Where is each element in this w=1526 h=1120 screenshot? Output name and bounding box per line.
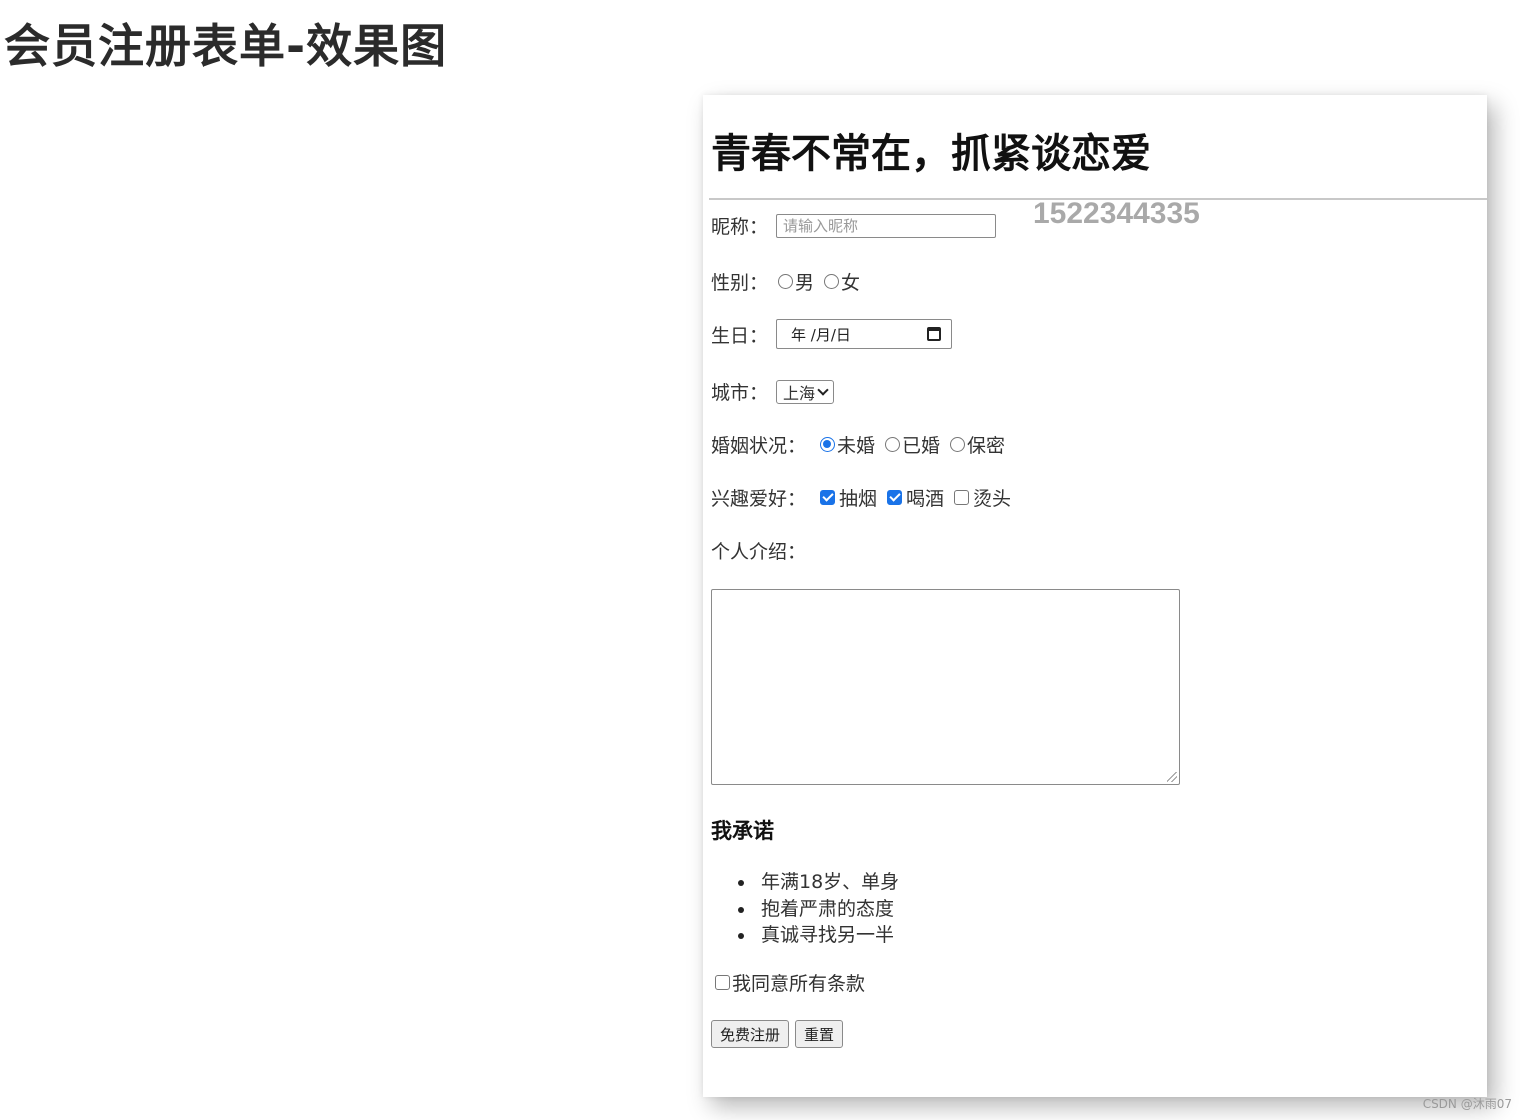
promise-item: 抱着严肃的态度 (737, 896, 899, 923)
birthday-date-input[interactable]: 年 /月/日 (776, 319, 953, 349)
marital-label: 婚姻状况： (711, 435, 807, 457)
gender-female-label[interactable]: 女 (841, 268, 860, 295)
birthday-row: 生日： 年 /月/日 (711, 319, 953, 349)
form-heading: 青春不常在，抓紧谈恋爱 (711, 131, 1151, 177)
button-row: 免费注册 重置 (711, 1020, 844, 1048)
promise-list: 年满18岁、单身 抱着严肃的态度 真诚寻找另一半 (737, 869, 899, 949)
promise-item: 年满18岁、单身 (737, 869, 899, 896)
gender-male-label[interactable]: 男 (795, 268, 814, 295)
marital-single-label[interactable]: 未婚 (837, 431, 875, 458)
city-row: 城市： 上海 (711, 378, 835, 405)
hobby-perm-label[interactable]: 烫头 (973, 484, 1011, 511)
chevron-down-icon (817, 383, 829, 396)
agree-checkbox[interactable] (715, 975, 730, 990)
intro-label: 个人介绍： (711, 541, 807, 563)
marital-secret-radio[interactable] (950, 437, 966, 452)
promise-heading: 我承诺 (711, 819, 774, 843)
watermark-number: 1522344335 (1033, 197, 1200, 230)
registration-form: 青春不常在，抓紧谈恋爱 1522344335 昵称： 请输入昵称 性别： 男 女… (703, 95, 1487, 1097)
submit-button[interactable]: 免费注册 (711, 1020, 790, 1048)
city-select[interactable]: 上海 (776, 379, 835, 404)
city-selected-value: 上海 (783, 383, 816, 403)
hobby-smoking-checkbox[interactable] (820, 490, 836, 505)
promise-item: 真诚寻找另一半 (737, 922, 899, 949)
nickname-label: 昵称： (711, 216, 769, 238)
hobbies-label: 兴趣爱好： (711, 488, 807, 510)
hobby-perm-checkbox[interactable] (954, 490, 970, 505)
marital-married-radio[interactable] (885, 437, 901, 452)
hobby-smoking-label[interactable]: 抽烟 (839, 484, 877, 511)
reset-button[interactable]: 重置 (795, 1020, 844, 1048)
marital-row: 婚姻状况： 未婚 已婚 保密 (711, 431, 1005, 458)
marital-married-label[interactable]: 已婚 (902, 431, 940, 458)
agree-row: 我同意所有条款 (705, 969, 865, 996)
intro-row: 个人介绍： (711, 537, 806, 564)
nickname-row: 昵称： 请输入昵称 (711, 212, 997, 239)
gender-label: 性别： (711, 272, 769, 294)
calendar-icon[interactable] (927, 327, 942, 341)
marital-secret-label[interactable]: 保密 (967, 431, 1005, 458)
page-title: 会员注册表单-效果图 (4, 19, 448, 73)
city-label: 城市： (711, 382, 769, 404)
nickname-placeholder: 请输入昵称 (783, 217, 859, 235)
agree-label[interactable]: 我同意所有条款 (732, 969, 865, 996)
hobbies-row: 兴趣爱好： 抽烟 喝酒 烫头 (711, 484, 1011, 511)
hobby-drinking-checkbox[interactable] (887, 490, 903, 505)
gender-male-radio[interactable] (778, 274, 794, 289)
marital-single-radio[interactable] (820, 437, 836, 452)
hobby-drinking-label[interactable]: 喝酒 (906, 484, 944, 511)
intro-textarea[interactable] (711, 589, 1180, 785)
birthday-label: 生日： (711, 324, 769, 347)
credit-watermark: CSDN @沐雨07 (1422, 1097, 1512, 1111)
gender-female-radio[interactable] (824, 274, 840, 289)
nickname-input[interactable]: 请输入昵称 (776, 213, 997, 238)
gender-row: 性别： 男 女 (711, 268, 860, 295)
birthday-placeholder: 年 /月/日 (791, 325, 851, 344)
resize-grip-icon[interactable] (1167, 772, 1177, 782)
